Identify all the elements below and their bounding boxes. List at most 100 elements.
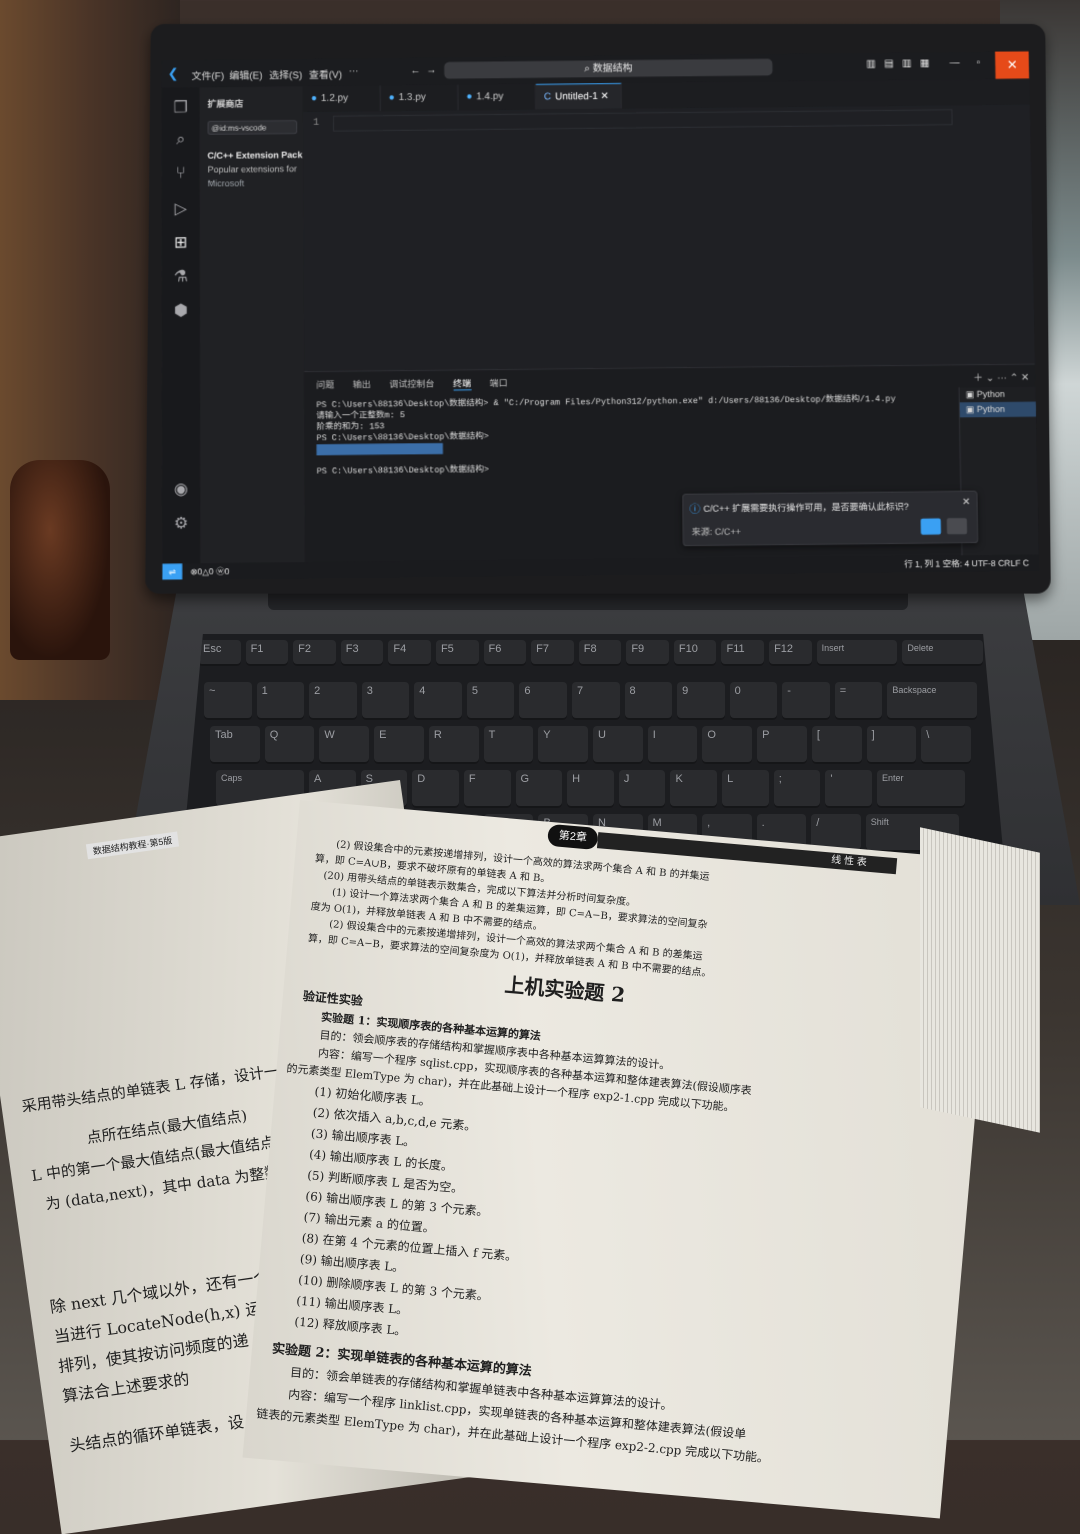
- key-f10[interactable]: F10: [673, 640, 717, 666]
- key-[interactable]: \: [921, 726, 971, 764]
- tab-label: 1.2.py: [321, 92, 349, 104]
- key-4[interactable]: 4: [414, 682, 462, 720]
- key-insert[interactable]: Insert: [816, 640, 898, 666]
- key-6[interactable]: 6: [519, 682, 567, 720]
- tab-1-2-py[interactable]: ● 1.2.py: [303, 85, 381, 113]
- command-search[interactable]: ⌕ 数据结构: [444, 58, 773, 79]
- toggle-panel-icon[interactable]: ▤: [882, 58, 896, 70]
- notification-source: 来源: C/C++: [691, 526, 742, 538]
- chevron-down-icon[interactable]: ⌄: [986, 373, 995, 384]
- key-esc[interactable]: Esc: [198, 640, 241, 666]
- key-f7[interactable]: F7: [531, 640, 574, 666]
- remote-explorer-icon[interactable]: ⬢: [171, 300, 191, 320]
- key-e[interactable]: E: [374, 726, 424, 764]
- account-icon[interactable]: ◉: [171, 479, 191, 499]
- key-f4[interactable]: F4: [388, 640, 431, 666]
- tab-debug-console[interactable]: 调试控制台: [389, 377, 434, 391]
- new-terminal-icon[interactable]: ＋: [973, 373, 983, 384]
- key-p[interactable]: P: [757, 726, 807, 764]
- key-t[interactable]: T: [483, 726, 534, 764]
- explorer-icon[interactable]: ❐: [171, 97, 191, 117]
- tab-label: 1.3.py: [398, 91, 426, 104]
- key-w[interactable]: W: [319, 726, 370, 764]
- terminal-instance[interactable]: ▣ Python: [959, 387, 1035, 403]
- key-y[interactable]: Y: [538, 726, 588, 764]
- key-f3[interactable]: F3: [340, 640, 384, 666]
- extension-name[interactable]: C/C++ Extension Pack: [208, 150, 303, 161]
- key-f5[interactable]: F5: [435, 640, 479, 666]
- menu-selection[interactable]: 选择(S): [269, 67, 302, 81]
- key-o[interactable]: O: [702, 726, 753, 764]
- remote-indicator-icon[interactable]: ⇌: [162, 563, 183, 581]
- key-2[interactable]: 2: [309, 682, 357, 720]
- key-[interactable]: ]: [866, 726, 917, 764]
- tab-untitled-1[interactable]: C Untitled-1 ✕: [535, 82, 622, 110]
- toggle-sidebar-icon[interactable]: ▥: [864, 59, 878, 71]
- toggle-secondary-icon[interactable]: ▥: [900, 58, 914, 70]
- key-u[interactable]: U: [593, 726, 643, 764]
- menu-view[interactable]: 查看(V): [309, 66, 342, 81]
- extensions-icon[interactable]: ⊞: [171, 232, 191, 252]
- tab-1-3-py[interactable]: ● 1.3.py: [380, 84, 459, 112]
- back-arrow-icon[interactable]: ←: [410, 65, 420, 76]
- close-window-icon[interactable]: ✕: [995, 51, 1030, 80]
- close-notification-icon[interactable]: ✕: [962, 497, 971, 508]
- run-debug-icon[interactable]: ▷: [171, 199, 191, 219]
- key-q[interactable]: Q: [264, 726, 315, 764]
- minimize-icon[interactable]: —: [947, 58, 961, 70]
- tab-problems[interactable]: 问题: [316, 378, 334, 391]
- maximize-icon[interactable]: ▫: [971, 57, 985, 69]
- status-right-info[interactable]: 行 1, 列 1 空格: 4 UTF-8 CRLF C: [904, 555, 1029, 572]
- code-editor[interactable]: 1: [303, 104, 1036, 372]
- terminal-instance-label: Python: [976, 403, 1006, 415]
- key-0[interactable]: 0: [729, 682, 778, 720]
- key-1[interactable]: 1: [256, 682, 305, 720]
- key-8[interactable]: 8: [624, 682, 673, 720]
- more-actions-icon[interactable]: ···: [997, 373, 1007, 384]
- testing-icon[interactable]: ⚗: [171, 266, 191, 286]
- source-control-icon[interactable]: ⑂: [171, 165, 191, 185]
- key-3[interactable]: 3: [361, 682, 410, 720]
- forward-arrow-icon[interactable]: →: [426, 65, 436, 76]
- menu-edit[interactable]: 编辑(E): [229, 67, 262, 82]
- command-search-text: 数据结构: [592, 63, 633, 75]
- terminal-output[interactable]: PS C:\Users\88136\Desktop\数据结构> & "C:/Pr…: [316, 394, 918, 478]
- key-f11[interactable]: F11: [721, 640, 765, 666]
- info-icon: ⓘ: [689, 503, 701, 516]
- key-[interactable]: ~: [204, 682, 252, 720]
- tab-ports[interactable]: 端口: [490, 376, 508, 389]
- notification-primary-button[interactable]: [920, 518, 942, 535]
- key-[interactable]: -: [782, 682, 830, 720]
- settings-gear-icon[interactable]: ⚙: [171, 513, 191, 533]
- key-[interactable]: [: [811, 726, 862, 764]
- key-delete[interactable]: Delete: [902, 640, 983, 666]
- menu-file[interactable]: 文件(F): [192, 67, 225, 82]
- layout-icon[interactable]: ▦: [918, 58, 932, 70]
- tab-1-4-py[interactable]: ● 1.4.py: [458, 83, 537, 111]
- key-tab[interactable]: Tab: [210, 726, 260, 764]
- key-i[interactable]: I: [647, 726, 698, 764]
- key-f9[interactable]: F9: [626, 640, 669, 666]
- key-r[interactable]: R: [428, 726, 479, 764]
- key-f2[interactable]: F2: [293, 640, 336, 666]
- key-f12[interactable]: F12: [769, 640, 812, 666]
- notification-secondary-button[interactable]: [946, 518, 968, 535]
- key-f6[interactable]: F6: [483, 640, 527, 666]
- tab-output[interactable]: 输出: [353, 377, 371, 390]
- close-panel-icon[interactable]: ✕: [1021, 373, 1030, 384]
- terminal-instance-selected[interactable]: ▣ Python: [959, 401, 1037, 418]
- search-icon[interactable]: ⌕: [171, 131, 191, 151]
- key-f1[interactable]: F1: [245, 640, 289, 666]
- menu-more[interactable]: ···: [349, 66, 359, 77]
- extension-search-input[interactable]: @id:ms-vscode: [207, 120, 298, 135]
- key-backspace[interactable]: Backspace: [887, 682, 977, 720]
- key-[interactable]: =: [834, 682, 883, 720]
- problems-count[interactable]: ⊗0△0 ⓦ0: [190, 563, 229, 580]
- maximize-panel-icon[interactable]: ⌃: [1010, 373, 1019, 384]
- tab-terminal[interactable]: 终端: [453, 376, 472, 391]
- key-5[interactable]: 5: [466, 682, 515, 720]
- close-tab-icon[interactable]: ✕: [600, 91, 608, 102]
- key-9[interactable]: 9: [677, 682, 725, 720]
- key-7[interactable]: 7: [571, 682, 620, 720]
- key-f8[interactable]: F8: [578, 640, 622, 666]
